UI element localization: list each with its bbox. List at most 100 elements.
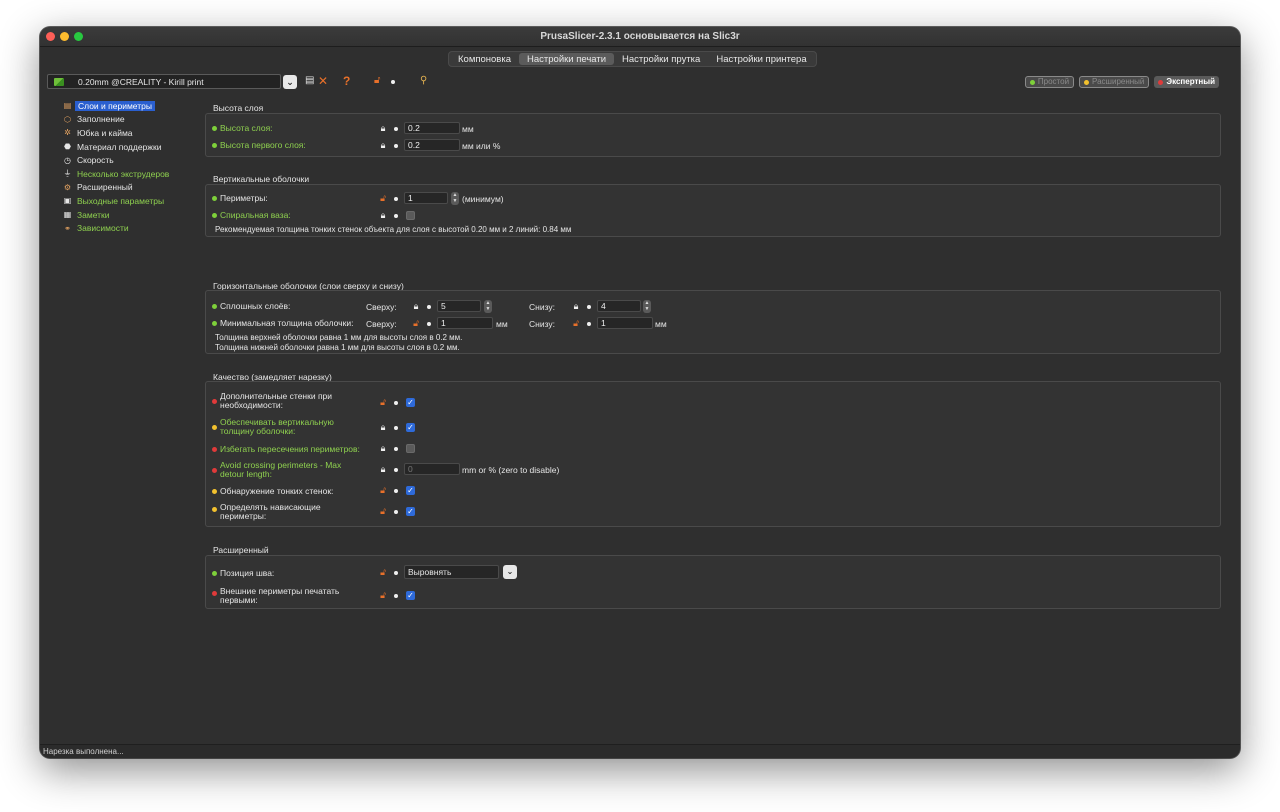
max-detour-input[interactable]: 0 <box>404 463 460 475</box>
search-icon[interactable]: ⚲ <box>420 74 427 88</box>
overhangs-checkbox[interactable]: ✓ <box>406 507 415 516</box>
mode-simple-button[interactable]: Простой <box>1024 76 1075 88</box>
extruder-icon: ⏚ <box>63 169 72 179</box>
avoid-crossing-text: Избегать пересечения периметров: <box>220 444 360 454</box>
help-icon[interactable]: ? <box>343 74 350 88</box>
preset-select[interactable]: 0.20mm @CREALITY - Kirill print <box>47 74 281 89</box>
window-title: PrusaSlicer-2.3.1 основывается на Slic3r <box>540 31 740 42</box>
system-value-dot-icon[interactable] <box>394 197 398 201</box>
avoid-crossing-checkbox[interactable] <box>406 444 415 453</box>
sidebar-item-layers[interactable]: ▤ Слои и периметры <box>62 99 202 113</box>
tab-print-settings[interactable]: Настройки печати <box>519 53 615 65</box>
thin-walls-checkbox[interactable]: ✓ <box>406 486 415 495</box>
system-value-dot-icon[interactable] <box>394 489 398 493</box>
sidebar-item-label: Несколько экструдеров <box>77 168 170 179</box>
sidebar-item-skirt[interactable]: ✲ Юбка и кайма <box>62 126 202 140</box>
lock-icon[interactable]: 🔒︎ <box>378 464 388 475</box>
sidebar-item-output[interactable]: ▣ Выходные параметры <box>62 194 202 208</box>
sidebar-item-label: Зависимости <box>77 223 129 234</box>
sidebar-item-extruders[interactable]: ⏚ Несколько экструдеров <box>62 167 202 181</box>
unlock-icon[interactable]: 🔓︎ <box>374 74 380 88</box>
lock-icon[interactable]: 🔒︎ <box>378 422 388 433</box>
system-value-dot-icon[interactable] <box>394 127 398 131</box>
sidebar-item-advanced[interactable]: ⚙ Расширенный <box>62 181 202 195</box>
red-bullet-icon <box>212 591 217 596</box>
sidebar-item-label: Заполнение <box>77 114 125 125</box>
system-value-dot-icon[interactable] <box>427 322 431 326</box>
save-icon[interactable]: ▤ <box>305 74 314 88</box>
first-layer-height-input[interactable]: 0.2 <box>404 139 460 151</box>
horizontal-shells-panel: Сплошных слоёв: Сверху: 🔒︎ 5 ▲ ▼ Снизу: 🔒… <box>205 290 1221 354</box>
lock-icon[interactable]: 🔒︎ <box>378 140 388 151</box>
lock-icon[interactable]: 🔒︎ <box>378 443 388 454</box>
system-value-dot-icon[interactable] <box>394 468 398 472</box>
seam-position-select[interactable]: Выровнять <box>404 565 499 579</box>
chevron-down-icon[interactable]: ⌄ <box>503 565 517 579</box>
perimeters-stepper[interactable]: ▲ ▼ <box>451 192 459 205</box>
system-value-dot-icon[interactable] <box>394 594 398 598</box>
system-value-dot-icon[interactable] <box>394 401 398 405</box>
sidebar-item-label: Выходные параметры <box>77 195 165 206</box>
system-value-dot-icon[interactable] <box>394 447 398 451</box>
speed-icon: ◷ <box>64 155 71 165</box>
sidebar-item-speed[interactable]: ◷ Скорость <box>62 153 202 167</box>
tab-plater[interactable]: Компоновка <box>450 53 519 65</box>
mode-advanced-button[interactable]: Расширенный <box>1079 76 1150 88</box>
lock-icon[interactable]: 🔒︎ <box>378 210 388 221</box>
ensure-vertical-thickness-label: Обеспечивать вертикальную толщину оболочк… <box>212 418 334 436</box>
red-bullet-icon <box>212 468 217 473</box>
min-top-input[interactable]: 1 <box>437 317 493 329</box>
system-value-dot-icon[interactable] <box>391 80 395 84</box>
mode-expert-button[interactable]: Экспертный <box>1154 76 1219 88</box>
system-value-dot-icon[interactable] <box>394 510 398 514</box>
green-bullet-icon <box>212 320 217 326</box>
unlock-icon[interactable]: 🔓︎ <box>378 193 388 204</box>
unlock-icon[interactable]: 🔓︎ <box>571 318 581 329</box>
system-value-dot-icon[interactable] <box>394 426 398 430</box>
extra-perimeters-label: Дополнительные стенки при необходимости: <box>212 392 332 410</box>
chevron-down-icon[interactable]: ⌄ <box>283 75 297 89</box>
solid-top-input[interactable]: 5 <box>437 300 481 312</box>
preset-toolbar: 0.20mm @CREALITY - Kirill print ⌄ ▤ ✕ ? … <box>47 73 1233 91</box>
extra-perimeters-checkbox[interactable]: ✓ <box>406 398 415 407</box>
lock-icon[interactable]: 🔒︎ <box>571 301 581 312</box>
external-first-checkbox[interactable]: ✓ <box>406 591 415 600</box>
sidebar-item-infill[interactable]: ⬡ Заполнение <box>62 113 202 127</box>
unlock-icon[interactable]: 🔓︎ <box>378 590 388 601</box>
unlock-icon[interactable]: 🔓︎ <box>411 318 421 329</box>
solid-bottom-input[interactable]: 4 <box>597 300 641 312</box>
sidebar-item-notes[interactable]: ▦ Заметки <box>62 208 202 222</box>
system-value-dot-icon[interactable] <box>427 305 431 309</box>
delete-icon[interactable]: ✕ <box>318 74 328 88</box>
sidebar-item-support[interactable]: ⬣ Материал поддержки <box>62 140 202 154</box>
unlock-icon[interactable]: 🔓︎ <box>378 397 388 408</box>
main-tabs: Компоновка Настройки печати Настройки пр… <box>448 51 817 67</box>
unlock-icon[interactable]: 🔓︎ <box>378 485 388 496</box>
min-bottom-input[interactable]: 1 <box>597 317 653 329</box>
tab-printer-settings[interactable]: Настройки принтера <box>708 53 814 65</box>
system-value-dot-icon[interactable] <box>394 571 398 575</box>
notes-icon: ▦ <box>63 210 72 220</box>
tab-filament-settings[interactable]: Настройки прутка <box>614 53 708 65</box>
system-value-dot-icon[interactable] <box>587 322 591 326</box>
sidebar-item-dependencies[interactable]: ⚭ Зависимости <box>62 221 202 235</box>
unlock-icon[interactable]: 🔓︎ <box>378 506 388 517</box>
system-value-dot-icon[interactable] <box>394 214 398 218</box>
green-bullet-icon <box>212 212 217 218</box>
ensure-vertical-thickness-checkbox[interactable]: ✓ <box>406 423 415 432</box>
seam-position-label: Позиция шва: <box>212 568 274 578</box>
max-detour-label: Avoid crossing perimeters - Max detour le… <box>212 461 341 479</box>
system-value-dot-icon[interactable] <box>587 305 591 309</box>
sidebar-item-label: Скорость <box>77 155 114 166</box>
solid-top-stepper[interactable]: ▲ ▼ <box>484 300 492 313</box>
layer-height-input[interactable]: 0.2 <box>404 122 460 134</box>
lock-icon[interactable]: 🔒︎ <box>411 301 421 312</box>
solid-bottom-stepper[interactable]: ▲ ▼ <box>643 300 651 313</box>
unlock-icon[interactable]: 🔓︎ <box>378 567 388 578</box>
spiral-vase-checkbox[interactable] <box>406 211 415 220</box>
red-dot-icon <box>1158 79 1164 85</box>
lock-icon[interactable]: 🔒︎ <box>378 123 388 134</box>
system-value-dot-icon[interactable] <box>394 144 398 148</box>
perimeters-input[interactable]: 1 <box>404 192 448 204</box>
sidebar-item-label: Юбка и кайма <box>77 127 133 138</box>
